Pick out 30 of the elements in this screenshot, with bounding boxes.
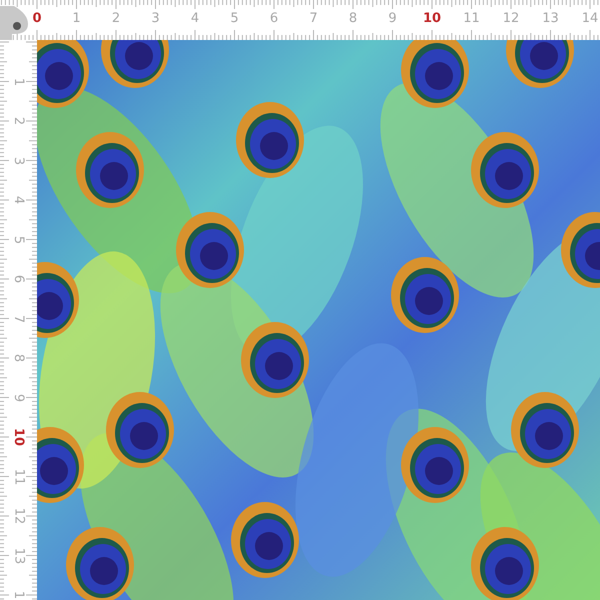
ruler-number: 2 xyxy=(10,117,28,126)
ruler-number: 10 xyxy=(422,10,442,28)
ruler-number: 1 xyxy=(10,591,28,600)
ruler-number: 10 xyxy=(10,428,28,446)
ruler-number: 13 xyxy=(542,10,559,28)
ruler-number: 7 xyxy=(10,314,28,323)
ruler-number: 2 xyxy=(112,10,120,28)
ruler-number: 3 xyxy=(151,10,160,28)
ruler-number: 5 xyxy=(230,10,239,28)
ruler-number: 13 xyxy=(10,547,28,564)
ruler-number: 12 xyxy=(502,10,520,28)
ruler-number: 1 xyxy=(10,78,28,86)
ruler-number: 0 xyxy=(32,10,42,28)
ruler-number: 9 xyxy=(388,10,397,28)
ruler-number: 11 xyxy=(10,468,28,486)
ruler-number: 14 xyxy=(582,10,598,28)
ruler-number: 8 xyxy=(10,354,28,362)
ruler-number: 11 xyxy=(463,10,480,28)
ruler-number: 8 xyxy=(348,10,358,28)
ruler-number: 3 xyxy=(10,156,28,165)
ruler-number: 7 xyxy=(309,10,318,28)
ruler-number: 1 xyxy=(72,10,81,28)
ruler-number: 4 xyxy=(190,10,200,28)
ruler-number: 12 xyxy=(10,508,28,525)
ruler-number: 6 xyxy=(270,10,278,28)
clamp-icon xyxy=(0,6,30,40)
ruler-number: 9 xyxy=(10,394,28,402)
ruler-number: 4 xyxy=(10,196,28,204)
ruler-number: 5 xyxy=(10,236,28,244)
ruler-number: 6 xyxy=(10,275,28,284)
